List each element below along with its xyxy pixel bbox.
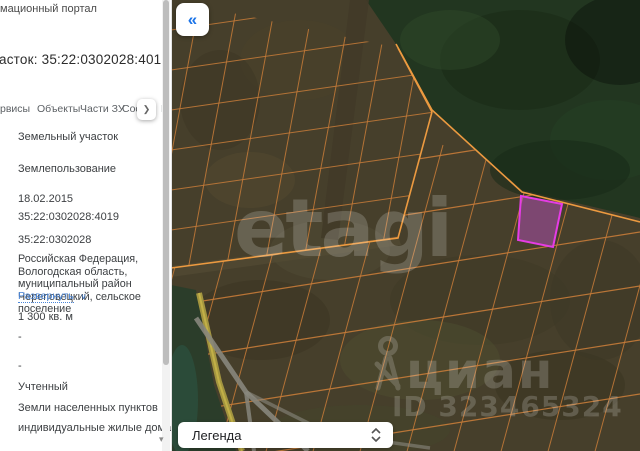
etagi-watermark: etagi (234, 182, 450, 275)
scroll-down-icon[interactable]: ▾ (159, 434, 169, 444)
parcel-title: асток: 35:22:0302028:4019 (0, 52, 170, 67)
select-updown-icon (371, 428, 381, 442)
panel-tabs: рвисы Объекты Части ЗУ Соста ❯ Г (0, 99, 171, 123)
expand-link[interactable]: Развернуть ∨ (18, 290, 87, 303)
parcel-info-panel: мационный портал асток: 35:22:0302028:40… (0, 0, 172, 451)
chevrons-left-icon: « (187, 9, 198, 29)
field-land-category: Земли населенных пунктов (18, 402, 158, 414)
legend-label: Легенда (192, 427, 242, 443)
cadastral-map[interactable]: etagi циан ID 323465324 « Легенда (171, 0, 640, 451)
field-dash-2: - (18, 360, 22, 372)
field-quarter-number: 35:22:0302028 (18, 234, 92, 246)
chevron-down-icon: ∨ (80, 292, 87, 301)
chevron-right-icon: ❯ (142, 104, 151, 114)
field-usage: Землепользование (18, 163, 117, 175)
tab-parts-zu[interactable]: Части ЗУ (80, 103, 125, 115)
field-date: 18.02.2015 (18, 193, 74, 205)
collapse-panel-button[interactable]: « (176, 3, 209, 36)
portal-title: мационный портал (0, 3, 97, 15)
field-status: Учтенный (18, 381, 68, 393)
selected-parcel[interactable] (516, 194, 564, 249)
field-area: 1 300 кв. м (18, 311, 73, 323)
field-dash-1: - (18, 331, 22, 343)
cadastral-portal-window: мационный портал асток: 35:22:0302028:40… (0, 0, 640, 451)
field-address: Российская Федерация, Вологодская област… (18, 253, 141, 316)
field-cadastral-number: 35:22:0302028:4019 (18, 211, 119, 223)
cian-id-watermark: ID 323465324 (392, 390, 623, 423)
tabs-scroll-right-button[interactable]: ❯ (137, 99, 156, 120)
tab-services[interactable]: рвисы (0, 103, 30, 115)
satellite-map-canvas: etagi циан ID 323465324 (171, 0, 640, 451)
tab-objects[interactable]: Объекты (37, 103, 80, 115)
expand-link-label: Развернуть (18, 290, 74, 303)
panel-scrollbar-thumb[interactable] (163, 0, 169, 365)
field-object-type: Земельный участок (18, 131, 119, 143)
field-permitted-use: индивидуальные жилые дома (18, 422, 172, 434)
legend-select[interactable]: Легенда (178, 422, 393, 448)
